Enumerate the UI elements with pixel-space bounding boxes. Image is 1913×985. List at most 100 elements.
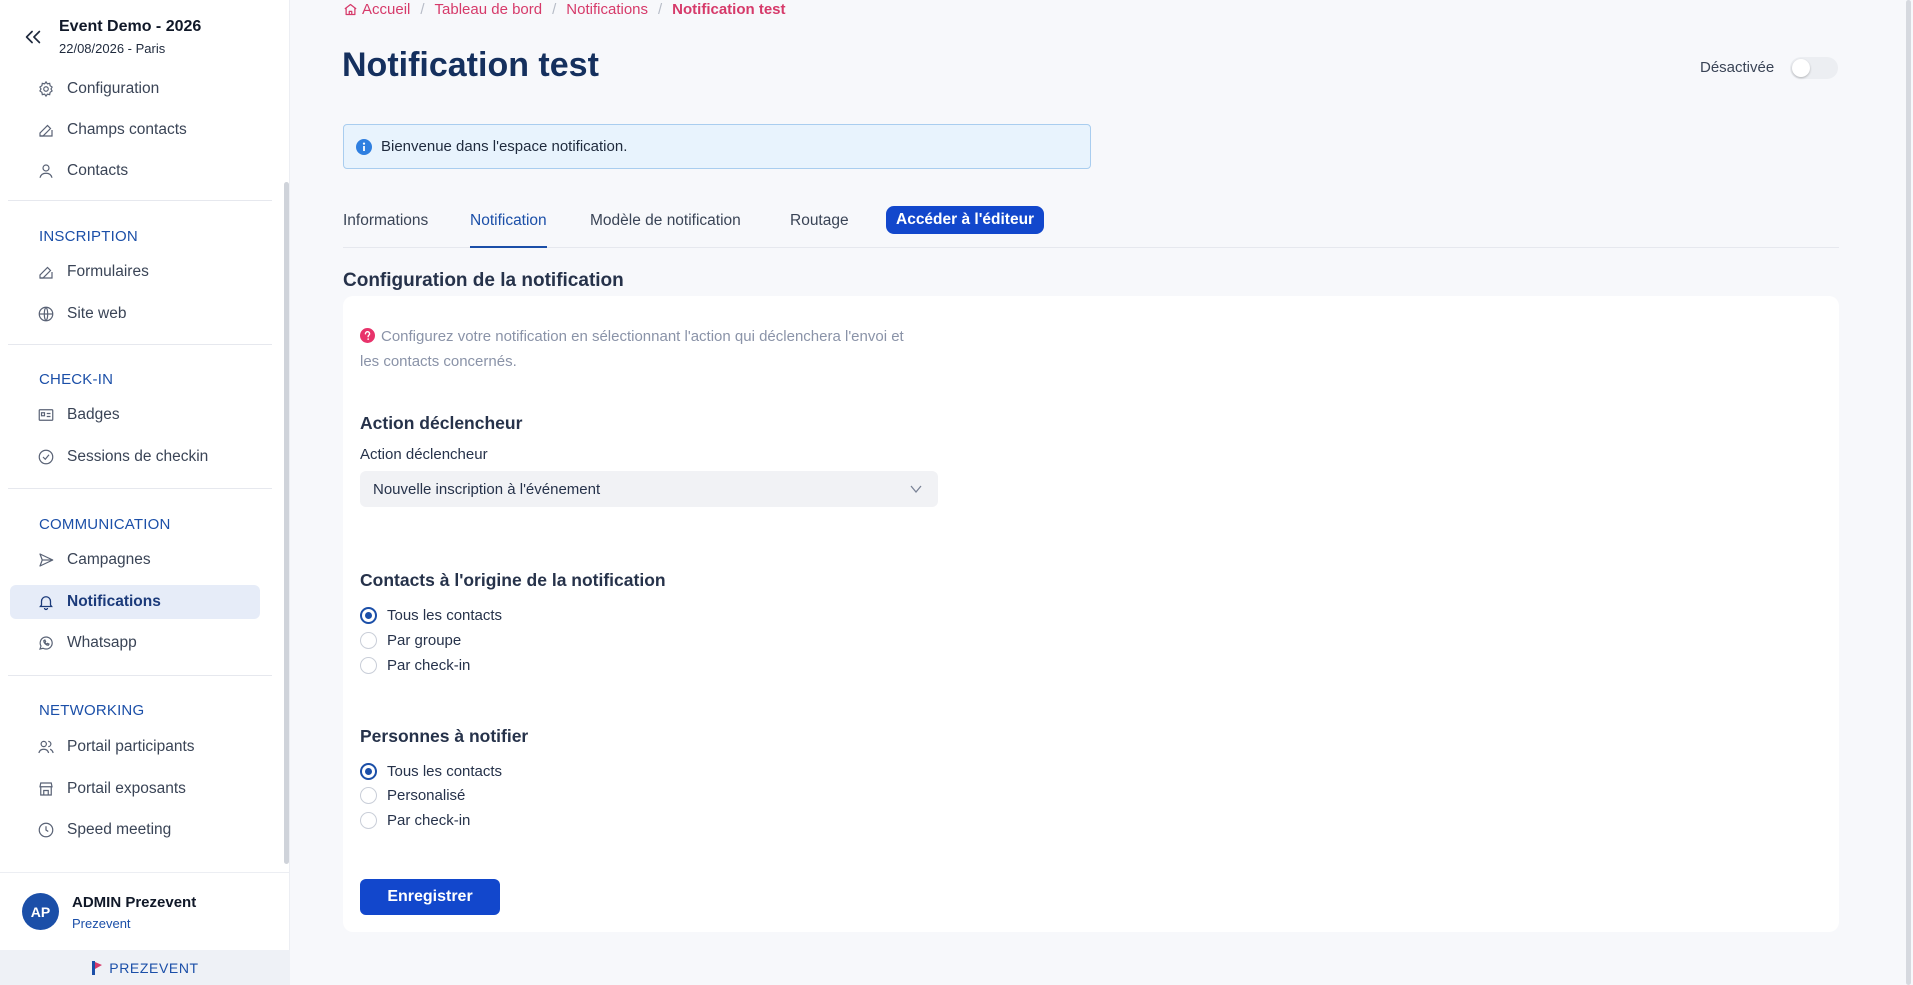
section-title-communication: COMMUNICATION xyxy=(39,516,171,533)
radio-indicator xyxy=(360,606,377,624)
origin-heading: Contacts à l'origine de la notification xyxy=(360,570,666,590)
bell-icon xyxy=(37,593,55,611)
breadcrumb-current: Notification test xyxy=(672,0,786,18)
sidebar-item-label: Portail exposants xyxy=(67,780,186,797)
info-banner: Bienvenue dans l'espace notification. xyxy=(343,124,1091,169)
brand-footer: PREZEVENT xyxy=(0,950,290,985)
sidebar: Event Demo - 2026 22/08/2026 - Paris Con… xyxy=(0,0,290,985)
users-icon xyxy=(37,738,55,756)
breadcrumb-separator: / xyxy=(552,0,557,18)
help-icon xyxy=(360,326,375,343)
tab-modele-notification[interactable]: Modèle de notification xyxy=(590,212,741,248)
breadcrumb-separator: / xyxy=(420,0,425,18)
open-editor-button[interactable]: Accéder à l'éditeur xyxy=(886,206,1045,234)
breadcrumb-home[interactable]: Accueil xyxy=(362,1,410,18)
radio-indicator xyxy=(360,786,377,804)
sidebar-item-badges[interactable]: Badges xyxy=(10,398,260,432)
edit-icon xyxy=(37,121,55,139)
sidebar-item-label: Campagnes xyxy=(67,551,151,568)
origin-radio-all[interactable]: Tous les contacts xyxy=(360,604,502,626)
sidebar-item-label: Badges xyxy=(67,406,120,423)
status-toggle-label: Désactivée xyxy=(1700,59,1775,76)
chevron-down-icon xyxy=(908,481,924,497)
store-icon xyxy=(37,780,55,798)
recipients-heading: Personnes à notifier xyxy=(360,726,529,746)
edit-icon xyxy=(37,263,55,281)
user-name: ADMIN Prezevent xyxy=(72,894,197,911)
tab-informations[interactable]: Informations xyxy=(343,212,428,248)
prezevent-logo-icon xyxy=(91,960,103,975)
recipients-radio-all[interactable]: Tous les contacts xyxy=(360,760,502,782)
section-title-check-in: CHECK-IN xyxy=(39,371,114,388)
sidebar-item-portail-exposants[interactable]: Portail exposants xyxy=(10,772,260,806)
radio-label: Par check-in xyxy=(387,811,471,829)
sidebar-header: Event Demo - 2026 22/08/2026 - Paris xyxy=(0,14,280,64)
main-scrollbar[interactable] xyxy=(1906,0,1911,985)
page-title: Notification test xyxy=(342,46,599,84)
sidebar-divider xyxy=(8,344,272,345)
breadcrumb-separator: / xyxy=(658,0,663,18)
brand-name: PREZEVENT xyxy=(109,959,199,976)
toggle-knob xyxy=(1792,59,1810,77)
radio-label: Par check-in xyxy=(387,656,471,674)
sidebar-item-label: Contacts xyxy=(67,162,129,179)
sidebar-item-campagnes[interactable]: Campagnes xyxy=(10,543,260,577)
user-icon xyxy=(37,162,55,180)
sidebar-item-sessions-checkin[interactable]: Sessions de checkin xyxy=(10,440,260,474)
radio-label: Tous les contacts xyxy=(387,606,503,624)
avatar: AP xyxy=(22,893,59,930)
sidebar-item-contacts[interactable]: Contacts xyxy=(10,154,260,188)
origin-radio-group[interactable]: Par groupe xyxy=(360,629,461,651)
sidebar-item-label: Notifications xyxy=(67,593,161,610)
sidebar-item-whatsapp[interactable]: Whatsapp xyxy=(10,626,260,660)
radio-indicator xyxy=(360,656,377,674)
trigger-field-label: Action déclencheur xyxy=(360,446,488,463)
tab-routage[interactable]: Routage xyxy=(790,212,849,248)
check-circle-icon xyxy=(37,448,55,466)
send-icon xyxy=(37,551,55,569)
sidebar-item-label: Site web xyxy=(67,305,127,322)
sidebar-divider xyxy=(8,675,272,676)
radio-indicator xyxy=(360,631,377,649)
sidebar-item-speed-meeting[interactable]: Speed meeting xyxy=(10,813,260,847)
radio-label: Par groupe xyxy=(387,631,462,649)
recipients-radio-checkin[interactable]: Par check-in xyxy=(360,809,470,831)
sidebar-scrollbar[interactable] xyxy=(284,182,289,864)
user-organization: Prezevent xyxy=(72,916,131,931)
double-chevron-left-icon[interactable] xyxy=(22,26,44,48)
config-heading: Configuration de la notification xyxy=(343,270,624,291)
sidebar-item-configuration[interactable]: Configuration xyxy=(10,72,260,106)
sidebar-item-label: Champs contacts xyxy=(67,121,187,138)
save-button[interactable]: Enregistrer xyxy=(360,879,500,915)
recipients-radio-custom[interactable]: Personalisé xyxy=(360,784,465,806)
trigger-select[interactable]: Nouvelle inscription à l'événement xyxy=(360,471,938,507)
sidebar-item-label: Configuration xyxy=(67,80,160,97)
event-title: Event Demo - 2026 xyxy=(59,18,202,35)
breadcrumb-dashboard[interactable]: Tableau de bord xyxy=(435,1,543,18)
radio-label: Personalisé xyxy=(387,786,466,804)
help-text-content: Configurez votre notification en sélecti… xyxy=(360,328,904,370)
main-scrollbar-thumb[interactable] xyxy=(1906,0,1911,985)
trigger-select-value: Nouvelle inscription à l'événement xyxy=(373,480,601,498)
sidebar-item-site-web[interactable]: Site web xyxy=(10,297,260,331)
sidebar-item-portail-participants[interactable]: Portail participants xyxy=(10,730,260,764)
sidebar-item-formulaires[interactable]: Formulaires xyxy=(10,255,260,289)
sidebar-item-notifications[interactable]: Notifications xyxy=(10,585,260,619)
radio-label: Tous les contacts xyxy=(387,762,503,780)
origin-radio-checkin[interactable]: Par check-in xyxy=(360,654,470,676)
sidebar-divider xyxy=(8,488,272,489)
radio-indicator xyxy=(360,762,377,780)
sidebar-item-label: Sessions de checkin xyxy=(67,448,209,465)
home-icon xyxy=(343,2,358,17)
gear-icon xyxy=(37,80,55,98)
globe-icon xyxy=(37,305,55,323)
status-toggle[interactable] xyxy=(1790,57,1838,79)
sidebar-item-champs-contacts[interactable]: Champs contacts xyxy=(10,113,260,147)
radio-indicator xyxy=(360,811,377,829)
tab-notification[interactable]: Notification xyxy=(470,212,547,248)
clock-icon xyxy=(37,821,55,839)
breadcrumb-notifications[interactable]: Notifications xyxy=(566,1,648,18)
info-banner-text: Bienvenue dans l'espace notification. xyxy=(381,138,628,155)
user-profile[interactable]: AP ADMIN Prezevent Prezevent xyxy=(0,872,290,950)
tab-bar: Informations Notification Modèle de noti… xyxy=(343,206,1839,248)
